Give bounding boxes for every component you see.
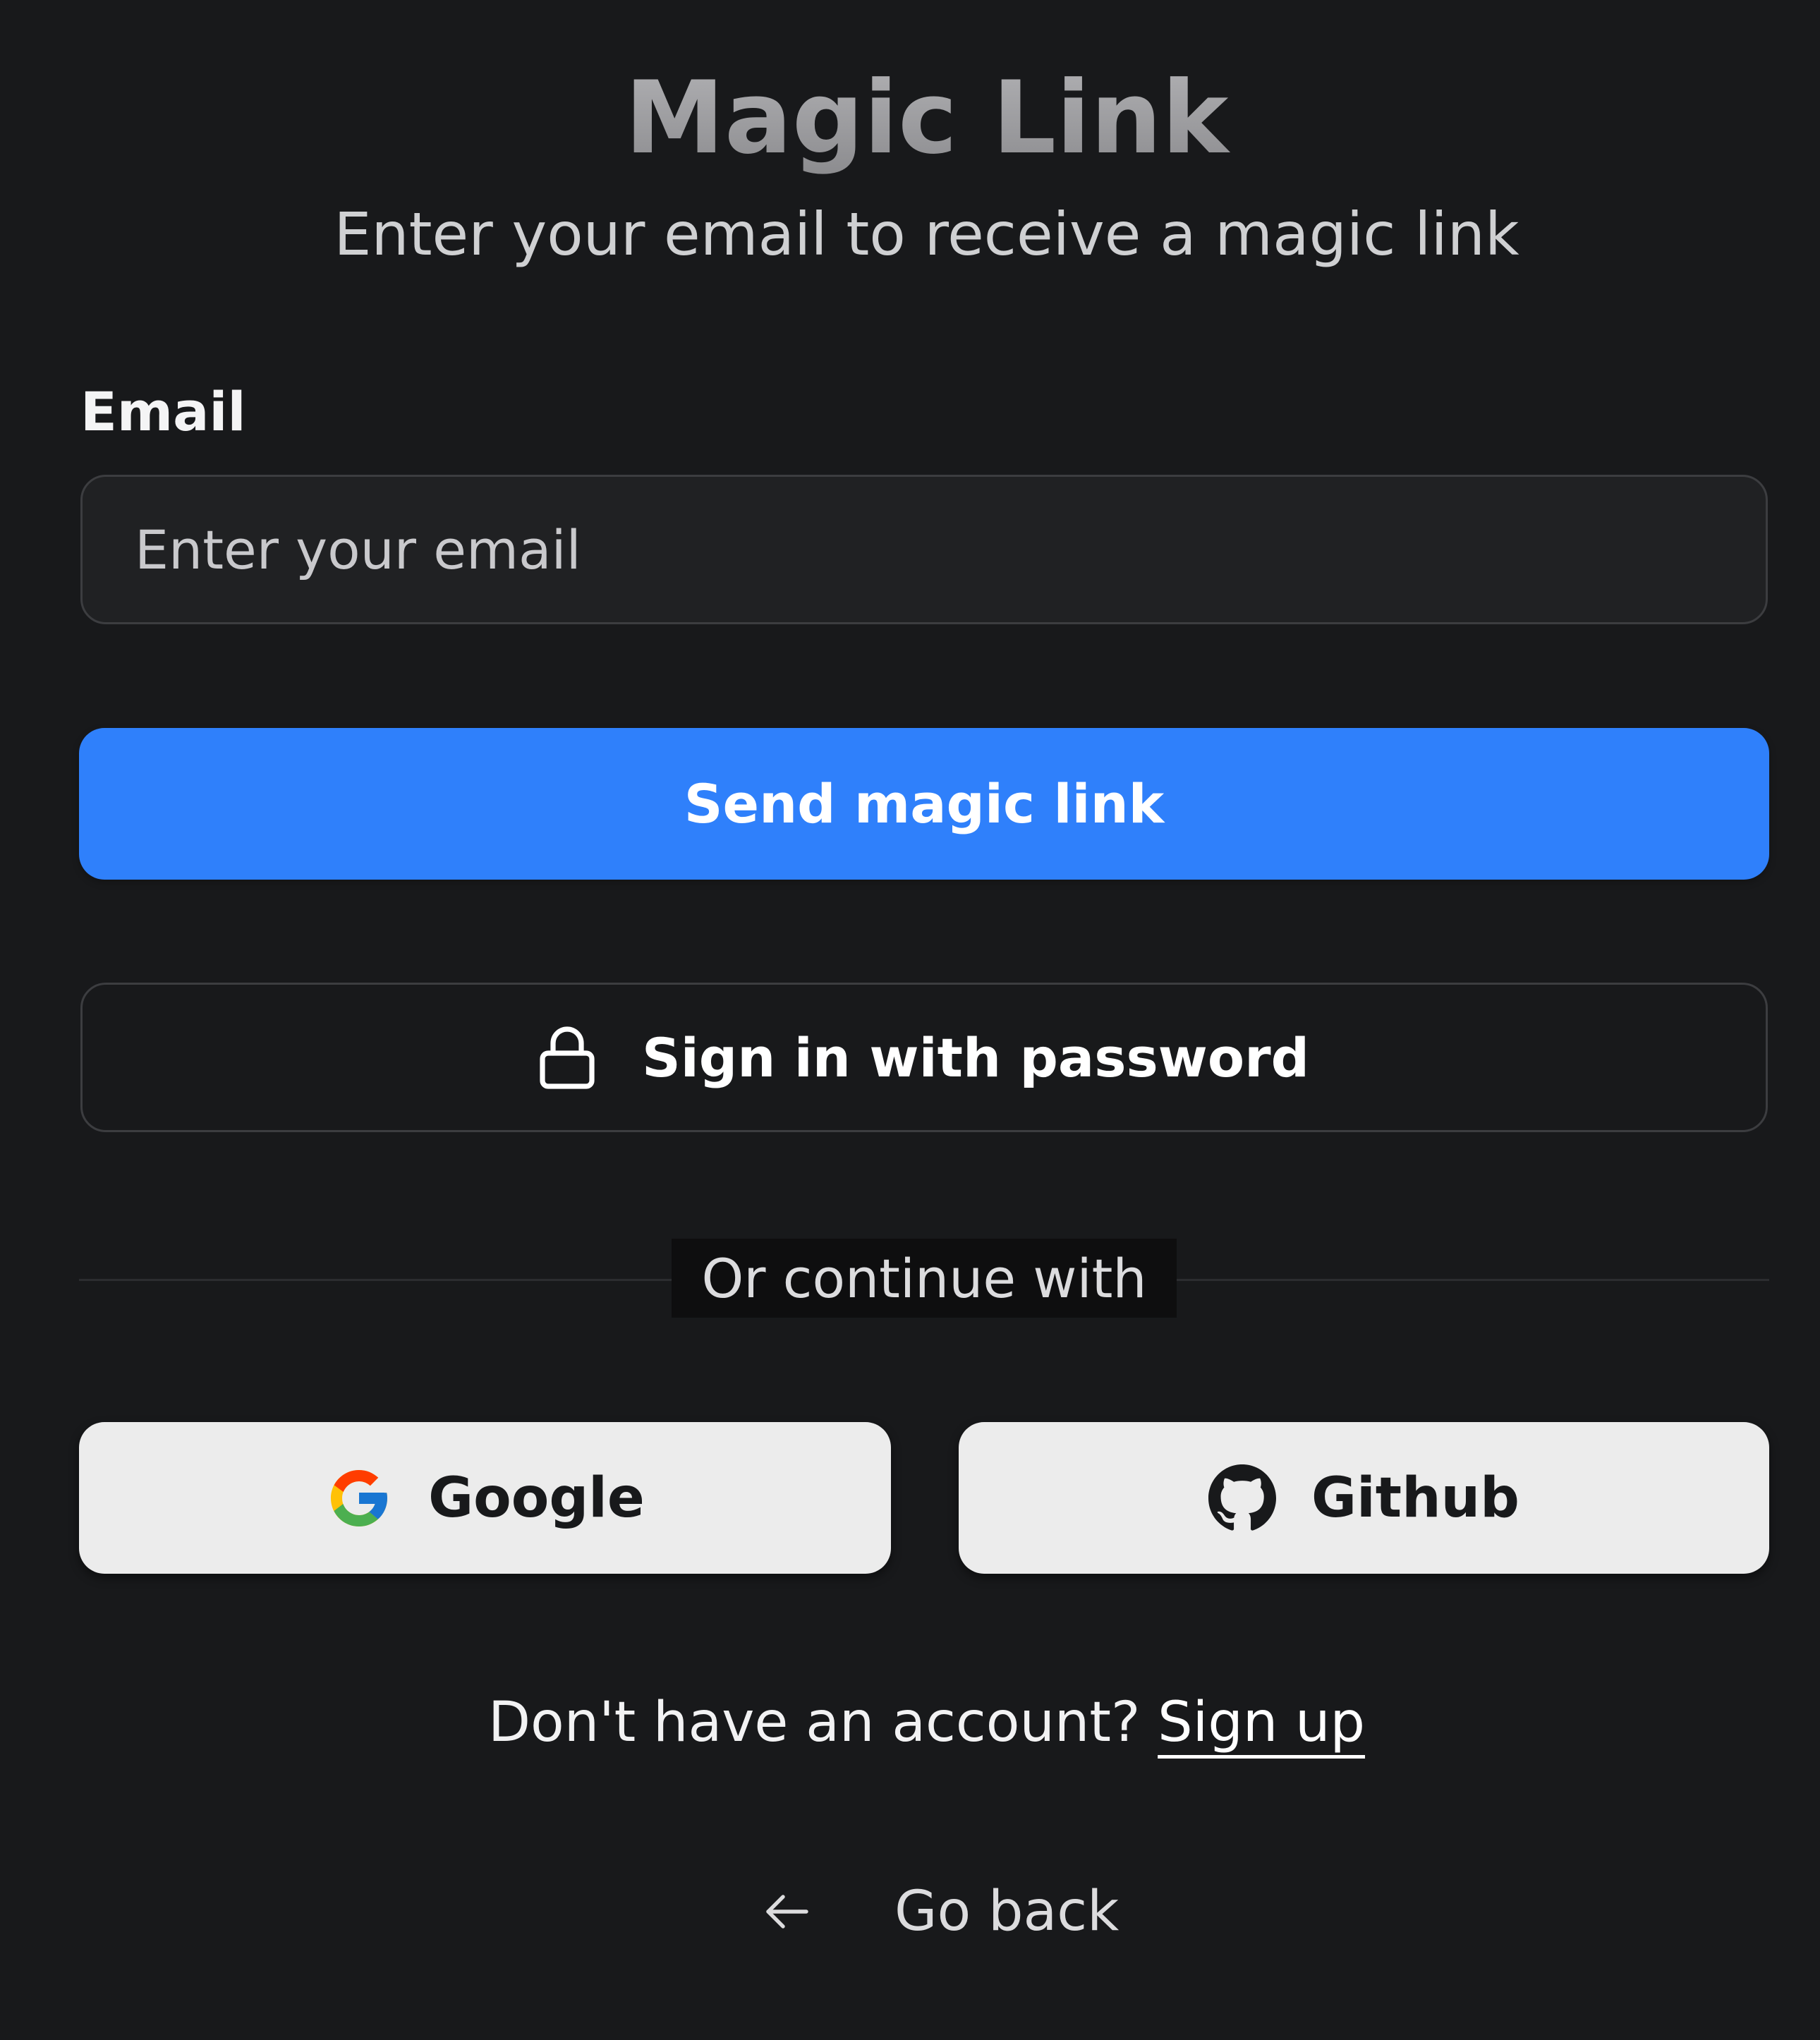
email-label: Email	[80, 380, 246, 443]
magic-link-page: Magic Link Enter your email to receive a…	[0, 0, 1820, 2040]
github-label: Github	[1311, 1466, 1519, 1530]
google-icon	[325, 1464, 393, 1532]
google-label: Google	[428, 1466, 645, 1530]
sign-in-with-password-label: Sign in with password	[642, 1026, 1309, 1089]
divider-line-left	[79, 1279, 672, 1281]
send-magic-link-label: Send magic link	[684, 772, 1165, 835]
send-magic-link-button[interactable]: Send magic link	[79, 728, 1769, 880]
page-subtitle: Enter your email to receive a magic link	[334, 200, 1519, 269]
signup-link[interactable]: Sign up	[1158, 1691, 1365, 1754]
page-title: Magic Link	[0, 55, 1820, 182]
email-input[interactable]	[80, 475, 1768, 624]
github-signin-button[interactable]: Github	[959, 1422, 1769, 1574]
sign-in-with-password-button[interactable]: Sign in with password	[80, 983, 1768, 1132]
signup-row: Don't have an account? Sign up	[0, 1680, 1820, 1765]
divider-line-right	[1177, 1279, 1769, 1281]
google-signin-button[interactable]: Google	[79, 1422, 891, 1574]
arrow-left-icon	[762, 1886, 813, 1937]
divider-text: Or continue with	[672, 1239, 1177, 1318]
signup-prompt: Don't have an account?	[487, 1691, 1141, 1754]
go-back-link[interactable]: Go back	[762, 1869, 1119, 1954]
lock-icon	[539, 1025, 595, 1090]
github-icon	[1208, 1464, 1277, 1532]
go-back-label: Go back	[894, 1880, 1120, 1943]
